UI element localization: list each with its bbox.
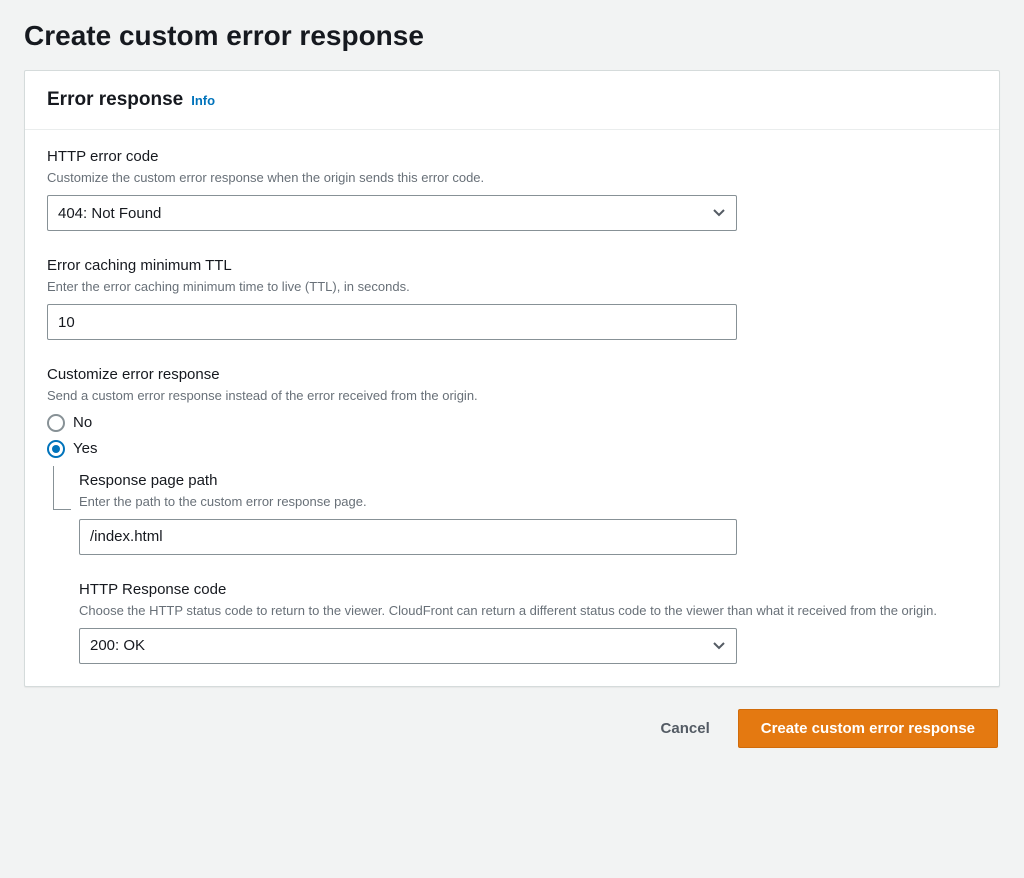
radio-label: Yes (73, 440, 97, 457)
tree-connector-icon (53, 466, 71, 510)
field-label: Response page path (79, 472, 977, 489)
field-label: HTTP Response code (79, 581, 977, 598)
panel-body: HTTP error code Customize the custom err… (25, 130, 999, 686)
select-value: 200: OK (79, 628, 737, 664)
panel-header: Error response Info (25, 71, 999, 130)
radio-option-yes[interactable]: Yes (47, 440, 977, 458)
field-http-error-code: HTTP error code Customize the custom err… (47, 148, 977, 231)
http-error-code-select[interactable]: 404: Not Found (47, 195, 737, 231)
field-response-page-path: Response page path Enter the path to the… (79, 472, 977, 555)
customize-nested-block: Response page path Enter the path to the… (47, 472, 977, 664)
field-desc: Enter the error caching minimum time to … (47, 278, 977, 296)
radio-icon (47, 414, 65, 432)
panel-header-title: Error response (47, 89, 183, 111)
info-link[interactable]: Info (191, 93, 215, 108)
error-response-panel: Error response Info HTTP error code Cust… (24, 70, 1000, 687)
radio-label: No (73, 414, 92, 431)
radio-option-no[interactable]: No (47, 414, 977, 432)
select-value: 404: Not Found (47, 195, 737, 231)
field-http-response-code: HTTP Response code Choose the HTTP statu… (79, 581, 977, 664)
error-ttl-input[interactable] (47, 304, 737, 340)
field-desc: Send a custom error response instead of … (47, 387, 977, 405)
response-page-path-input[interactable] (79, 519, 737, 555)
field-label: HTTP error code (47, 148, 977, 165)
field-label: Customize error response (47, 366, 977, 383)
cancel-button[interactable]: Cancel (651, 710, 720, 747)
field-error-ttl: Error caching minimum TTL Enter the erro… (47, 257, 977, 340)
field-customize-error-response: Customize error response Send a custom e… (47, 366, 977, 664)
http-response-code-select[interactable]: 200: OK (79, 628, 737, 664)
radio-dot-icon (52, 445, 60, 453)
field-desc: Choose the HTTP status code to return to… (79, 602, 977, 620)
radio-icon (47, 440, 65, 458)
field-label: Error caching minimum TTL (47, 257, 977, 274)
footer-actions: Cancel Create custom error response (24, 709, 1000, 748)
create-custom-error-response-button[interactable]: Create custom error response (738, 709, 998, 748)
field-desc: Enter the path to the custom error respo… (79, 493, 977, 511)
field-desc: Customize the custom error response when… (47, 169, 977, 187)
page-title: Create custom error response (24, 20, 1000, 52)
